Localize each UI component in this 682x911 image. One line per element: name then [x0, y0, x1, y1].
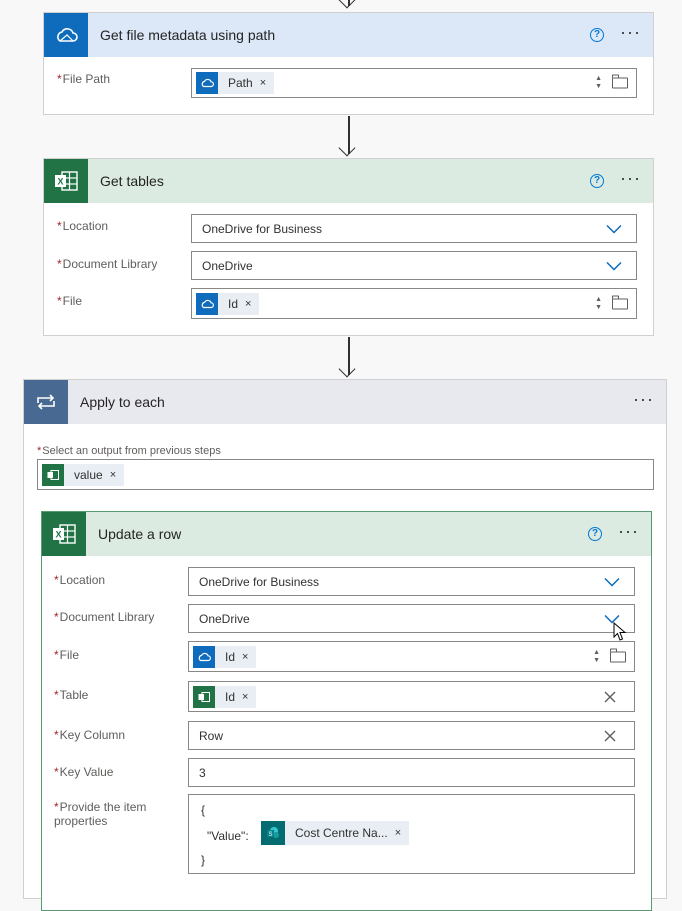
loop-icon — [24, 380, 68, 424]
document-library-dropdown[interactable]: OneDrive — [191, 251, 637, 280]
card-header[interactable]: Apply to each ··· — [24, 380, 666, 424]
connector-arrow — [338, 0, 359, 12]
file-field[interactable]: Id × ▲ ▼ — [191, 288, 637, 319]
field-label-file: *File — [57, 294, 83, 308]
token-id[interactable]: Id × — [193, 645, 257, 668]
action-card-get-tables: X Get tables ? ··· *Location OneDrive fo… — [43, 158, 654, 336]
card-title: Get tables — [100, 173, 164, 189]
card-title: Update a row — [98, 526, 182, 542]
remove-token-icon[interactable]: × — [245, 298, 251, 310]
chevron-down-icon[interactable] — [606, 261, 622, 270]
field-label-location: *Location — [57, 219, 109, 233]
token-id[interactable]: Id × — [196, 292, 260, 315]
more-options-icon[interactable]: ··· — [620, 169, 641, 187]
document-library-dropdown[interactable]: OneDrive — [188, 604, 635, 633]
remove-token-icon[interactable]: × — [260, 77, 266, 89]
key-column-field[interactable]: Row — [188, 721, 635, 750]
field-label-file-path: *File Path — [57, 72, 111, 86]
remove-token-icon[interactable]: × — [242, 651, 248, 663]
token-id[interactable]: Id × — [193, 685, 257, 708]
excel-icon — [193, 685, 215, 708]
key-value-field[interactable]: 3 — [188, 758, 635, 787]
token-value[interactable]: value × — [42, 463, 125, 486]
field-label-select-output: *Select an output from previous steps — [37, 445, 221, 457]
more-options-icon[interactable]: ··· — [620, 23, 641, 41]
field-label-document-library: *Document Library — [54, 610, 155, 624]
card-header[interactable]: X Get tables ? ··· — [44, 159, 653, 203]
cloud-icon — [196, 72, 218, 94]
more-options-icon[interactable]: ··· — [618, 522, 639, 540]
svg-text:X: X — [55, 530, 61, 540]
file-path-field[interactable]: Path × ▲ ▼ — [191, 68, 637, 98]
select-output-field[interactable]: value × — [37, 459, 654, 490]
item-properties-editor[interactable]: { "Value": S Cost Centre Na... × } — [188, 794, 635, 874]
location-dropdown[interactable]: OneDrive for Business — [191, 214, 637, 243]
card-header[interactable]: X Update a row ? ··· — [42, 512, 651, 556]
help-icon[interactable]: ? — [590, 174, 605, 188]
help-icon[interactable]: ? — [588, 527, 603, 541]
cloud-icon — [44, 13, 88, 57]
clear-icon[interactable] — [604, 691, 616, 703]
remove-token-icon[interactable]: × — [242, 691, 248, 703]
stepper-icon[interactable]: ▲ ▼ — [595, 296, 602, 312]
field-label-item-properties: *Provide the item properties — [54, 800, 147, 828]
stepper-icon[interactable]: ▲ ▼ — [595, 75, 602, 91]
field-label-location: *Location — [54, 573, 106, 587]
chevron-down-icon[interactable] — [606, 224, 622, 233]
table-field[interactable]: Id × — [188, 681, 635, 712]
field-label-key-column: *Key Column — [54, 728, 126, 742]
json-key: "Value": — [207, 829, 249, 843]
token-cost-centre[interactable]: S Cost Centre Na... × — [261, 821, 410, 845]
action-card-get-file-metadata: Get file metadata using path ? ··· *File… — [43, 12, 654, 115]
excel-icon — [42, 463, 64, 486]
svg-text:X: X — [57, 177, 63, 187]
cloud-icon — [193, 645, 215, 668]
remove-token-icon[interactable]: × — [395, 827, 401, 839]
json-close-brace: } — [201, 853, 206, 867]
folder-picker-icon[interactable] — [611, 295, 628, 309]
action-card-update-a-row: X Update a row ? ··· *Location OneDrive … — [41, 511, 652, 911]
mouse-cursor-icon — [613, 622, 627, 641]
folder-picker-icon[interactable] — [611, 74, 628, 89]
excel-icon: X — [42, 512, 86, 556]
json-open-brace: { — [201, 803, 206, 817]
location-dropdown[interactable]: OneDrive for Business — [188, 567, 635, 596]
excel-icon: X — [44, 159, 88, 203]
field-label-table: *Table — [54, 688, 89, 702]
field-label-document-library: *Document Library — [57, 257, 158, 271]
field-label-key-value: *Key Value — [54, 765, 114, 779]
token-path[interactable]: Path × — [196, 72, 275, 94]
sharepoint-icon: S — [261, 821, 285, 845]
card-title: Get file metadata using path — [100, 27, 276, 43]
remove-token-icon[interactable]: × — [110, 469, 116, 481]
apply-to-each-container: Apply to each ··· *Select an output from… — [23, 379, 667, 911]
file-field[interactable]: Id × ▲ ▼ — [188, 641, 635, 672]
svg-text:S: S — [268, 832, 272, 838]
stepper-icon[interactable]: ▲ ▼ — [593, 649, 600, 665]
folder-picker-icon[interactable] — [609, 648, 626, 662]
card-title: Apply to each — [80, 394, 165, 410]
connector-arrow — [338, 116, 359, 157]
card-header[interactable]: Get file metadata using path ? ··· — [44, 13, 653, 57]
clear-icon[interactable] — [604, 730, 616, 742]
connector-arrow — [338, 337, 359, 378]
cloud-icon — [196, 292, 218, 315]
chevron-down-icon[interactable] — [604, 577, 620, 586]
more-options-icon[interactable]: ··· — [633, 390, 654, 408]
field-label-file: *File — [54, 648, 80, 662]
help-icon[interactable]: ? — [590, 28, 605, 42]
